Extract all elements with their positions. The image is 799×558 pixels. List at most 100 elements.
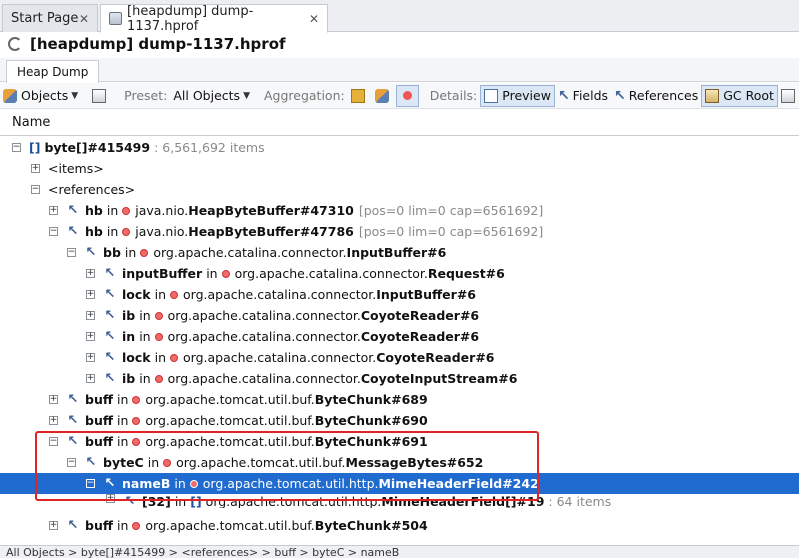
package-name: org.apache.catalina.connector.: [234, 266, 428, 281]
instance-icon: [163, 458, 172, 467]
instance-icon: [154, 332, 163, 341]
tree-row[interactable]: + ↖ buff in org.apache.tomcat.util.buf. …: [0, 410, 799, 431]
tree-row-selected[interactable]: − ↖ nameB in org.apache.tomcat.util.http…: [0, 473, 799, 494]
field-name: [32]: [142, 494, 171, 508]
tree-row[interactable]: − ↖ byteC in org.apache.tomcat.util.buf.…: [0, 452, 799, 473]
hide-toggle[interactable]: Hi: [778, 85, 799, 107]
tree-row-root[interactable]: − [] byte[]#415499 : 6,561,692 items: [0, 137, 799, 158]
classes-icon: [374, 88, 389, 103]
expand-icon[interactable]: +: [86, 353, 95, 362]
expand-icon[interactable]: +: [86, 374, 95, 383]
class-instance: CoyoteReader#6: [376, 350, 495, 365]
instance-icon: [132, 416, 141, 425]
instance-icon: [221, 269, 230, 278]
fields-toggle[interactable]: ↖ Fields: [555, 85, 611, 107]
expand-icon[interactable]: +: [86, 290, 95, 299]
package-name: org.apache.tomcat.util.buf.: [176, 455, 346, 470]
package-name: org.apache.tomcat.util.buf.: [145, 518, 315, 533]
package-name: org.apache.tomcat.util.buf.: [145, 413, 315, 428]
tree-row[interactable]: + ↖ buff in org.apache.tomcat.util.buf. …: [0, 515, 799, 536]
tree-row[interactable]: + ↖ lock in org.apache.catalina.connecto…: [0, 284, 799, 305]
in-label: in: [174, 494, 187, 508]
tree-row[interactable]: + ↖ inputBuffer in org.apache.catalina.c…: [0, 263, 799, 284]
tree-row[interactable]: + ↖ lock in org.apache.catalina.connecto…: [0, 347, 799, 368]
preview-icon: [484, 88, 499, 103]
tab-start-page[interactable]: Start Page ✕: [2, 4, 98, 32]
field-name: nameB: [122, 476, 171, 491]
field-reference-icon: ↖: [104, 371, 116, 386]
field-reference-icon: ↖: [85, 455, 97, 470]
hide-icon: [780, 88, 795, 103]
field-reference-icon: ↖: [104, 287, 116, 302]
preset-value: All Objects: [173, 88, 241, 103]
name-column-header[interactable]: Name: [0, 110, 799, 136]
chevron-down-icon: ▼: [243, 90, 250, 101]
expand-icon[interactable]: +: [49, 395, 58, 404]
collapse-icon[interactable]: −: [12, 143, 21, 152]
tree-row[interactable]: + ↖ buff in org.apache.tomcat.util.buf. …: [0, 389, 799, 410]
package-name: org.apache.catalina.connector.: [153, 245, 347, 260]
collapse-icon[interactable]: −: [31, 185, 40, 194]
collapse-icon[interactable]: −: [67, 458, 76, 467]
tree-row[interactable]: − ↖ bb in org.apache.catalina.connector.…: [0, 242, 799, 263]
tree-row-items[interactable]: + <items>: [0, 158, 799, 179]
tree-row-references[interactable]: − <references>: [0, 179, 799, 200]
class-instance: HeapByteBuffer#47310: [188, 203, 354, 218]
tree-row[interactable]: + ↖ ib in org.apache.catalina.connector.…: [0, 368, 799, 389]
collapse-icon[interactable]: −: [86, 479, 95, 488]
collapse-icon[interactable]: −: [49, 227, 58, 236]
preset-dropdown[interactable]: All Objects ▼: [170, 85, 253, 107]
expand-icon[interactable]: +: [49, 416, 58, 425]
aggregation-label: Aggregation:: [263, 88, 345, 103]
close-icon[interactable]: ✕: [309, 12, 319, 26]
field-name: ib: [122, 308, 136, 323]
expand-icon[interactable]: +: [86, 332, 95, 341]
document-title-row: [heapdump] dump-1137.hprof: [0, 32, 799, 56]
snapshot-button[interactable]: [89, 85, 113, 107]
instance-icon: [170, 290, 179, 299]
field-name: ib: [122, 371, 136, 386]
tree-row[interactable]: − ↖ buff in org.apache.tomcat.util.buf. …: [0, 431, 799, 452]
field-name: buff: [85, 434, 113, 449]
package-name: java.nio.: [135, 224, 189, 239]
field-name: buff: [85, 392, 113, 407]
in-label: in: [154, 287, 167, 302]
in-label: in: [139, 329, 151, 344]
objects-dropdown[interactable]: Objects ▼: [0, 85, 81, 107]
reference-arrow-icon: ↖: [614, 87, 626, 104]
package-name: org.apache.tomcat.util.http.: [202, 476, 379, 491]
expand-icon[interactable]: +: [49, 206, 58, 215]
field-name: buff: [85, 413, 113, 428]
field-name: in: [122, 329, 136, 344]
collapse-icon[interactable]: −: [67, 248, 76, 257]
tree-row[interactable]: + ↖ ib in org.apache.catalina.connector.…: [0, 305, 799, 326]
tree-row[interactable]: + ↖ hb in java.nio. HeapByteBuffer#47310…: [0, 200, 799, 221]
aggregation-classes-button[interactable]: [372, 85, 396, 107]
tree-row[interactable]: + ↖ [32] in [] org.apache.tomcat.util.ht…: [0, 494, 799, 508]
class-instance: CoyoteInputStream#6: [360, 371, 518, 386]
field-name: byteC: [103, 455, 144, 470]
package-icon: [350, 88, 365, 103]
aggregation-instances-button[interactable]: [395, 84, 419, 107]
expand-icon[interactable]: +: [86, 311, 95, 320]
expand-icon[interactable]: +: [49, 521, 58, 530]
expand-icon[interactable]: +: [106, 494, 115, 503]
references-toggle[interactable]: ↖ References: [611, 85, 701, 107]
expand-icon[interactable]: +: [31, 164, 40, 173]
tab-heap-dump[interactable]: Heap Dump: [6, 60, 100, 83]
collapse-icon[interactable]: −: [49, 437, 58, 446]
gc-root-toggle[interactable]: GC Root: [701, 84, 778, 107]
tree-row[interactable]: + ↖ in in org.apache.catalina.connector.…: [0, 326, 799, 347]
expand-icon[interactable]: +: [86, 269, 95, 278]
close-icon[interactable]: ✕: [79, 12, 89, 26]
aggregation-packages-button[interactable]: [348, 85, 372, 107]
instance-icon: [132, 395, 141, 404]
class-instance: CoyoteReader#6: [360, 308, 480, 323]
gc-root-label: GC Root: [723, 88, 774, 103]
references-node-label: <references>: [48, 182, 136, 197]
heap-toolbar: Objects ▼ Preset: All Objects ▼ Aggregat…: [0, 83, 799, 109]
instance-details: [pos=0 lim=0 cap=6561692]: [358, 203, 544, 218]
tree-row[interactable]: − ↖ hb in java.nio. HeapByteBuffer#47786…: [0, 221, 799, 242]
preview-toggle[interactable]: Preview: [480, 84, 555, 107]
tab-heapdump[interactable]: [heapdump] dump-1137.hprof ✕: [100, 4, 328, 34]
